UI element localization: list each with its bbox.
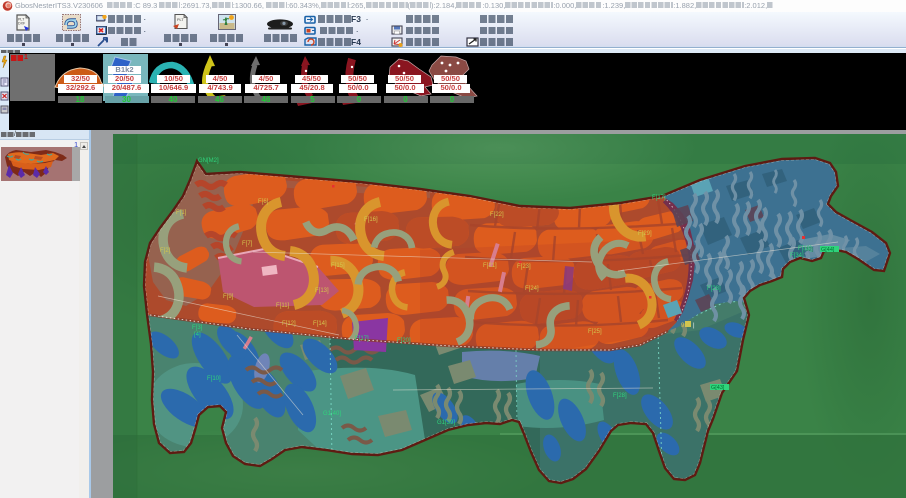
svg-text:F[9]: F[9] [223,294,234,300]
svg-text:F[24]: F[24] [525,286,539,292]
svg-text:F[10]: F[10] [207,376,221,382]
svg-text:F[29]: F[29] [638,231,652,237]
svg-text:F[34]: F[34] [790,253,804,259]
svg-text:DXF: DXF [18,22,26,26]
svg-text:F[28]: F[28] [707,286,721,292]
svg-text:F[6]: F[6] [258,199,269,205]
svg-text:F[3]: F[3] [192,325,203,331]
svg-text:F[16]: F[16] [364,217,378,223]
svg-text:G1[39]: G1[39] [437,420,455,426]
svg-text:F[12]: F[12] [282,321,296,327]
svg-text:G[44]: G[44] [821,247,835,253]
svg-text:F[23]: F[23] [517,264,531,270]
svg-text:[32]: [32] [804,247,814,253]
svg-text:F[25]: F[25] [588,329,602,335]
svg-text:F[14]: F[14] [313,321,327,327]
svg-text:F[20]: F[20] [397,338,411,344]
svg-text:F[21]: F[21] [483,263,497,269]
svg-text:F[1]: F[1] [176,210,187,216]
svg-text:F[11]: F[11] [276,303,290,309]
svg-text:F[17]: F[17] [355,336,369,342]
svg-text:F[15]: F[15] [331,263,345,269]
svg-text:F[22]: F[22] [490,212,504,218]
svg-text:G[43]: G[43] [711,385,725,391]
svg-text:GN[M2]: GN[M2] [198,158,219,164]
svg-text:[4]: [4] [194,332,201,338]
svg-text:G1[40]: G1[40] [323,411,341,417]
svg-text:PLT: PLT [177,18,184,22]
svg-text:F[7]: F[7] [242,241,253,247]
svg-text:F[13]: F[13] [315,288,329,294]
svg-text:F[2]: F[2] [160,248,171,254]
svg-text:F[17]: F[17] [652,195,666,201]
svg-text:F[28]: F[28] [613,393,627,399]
